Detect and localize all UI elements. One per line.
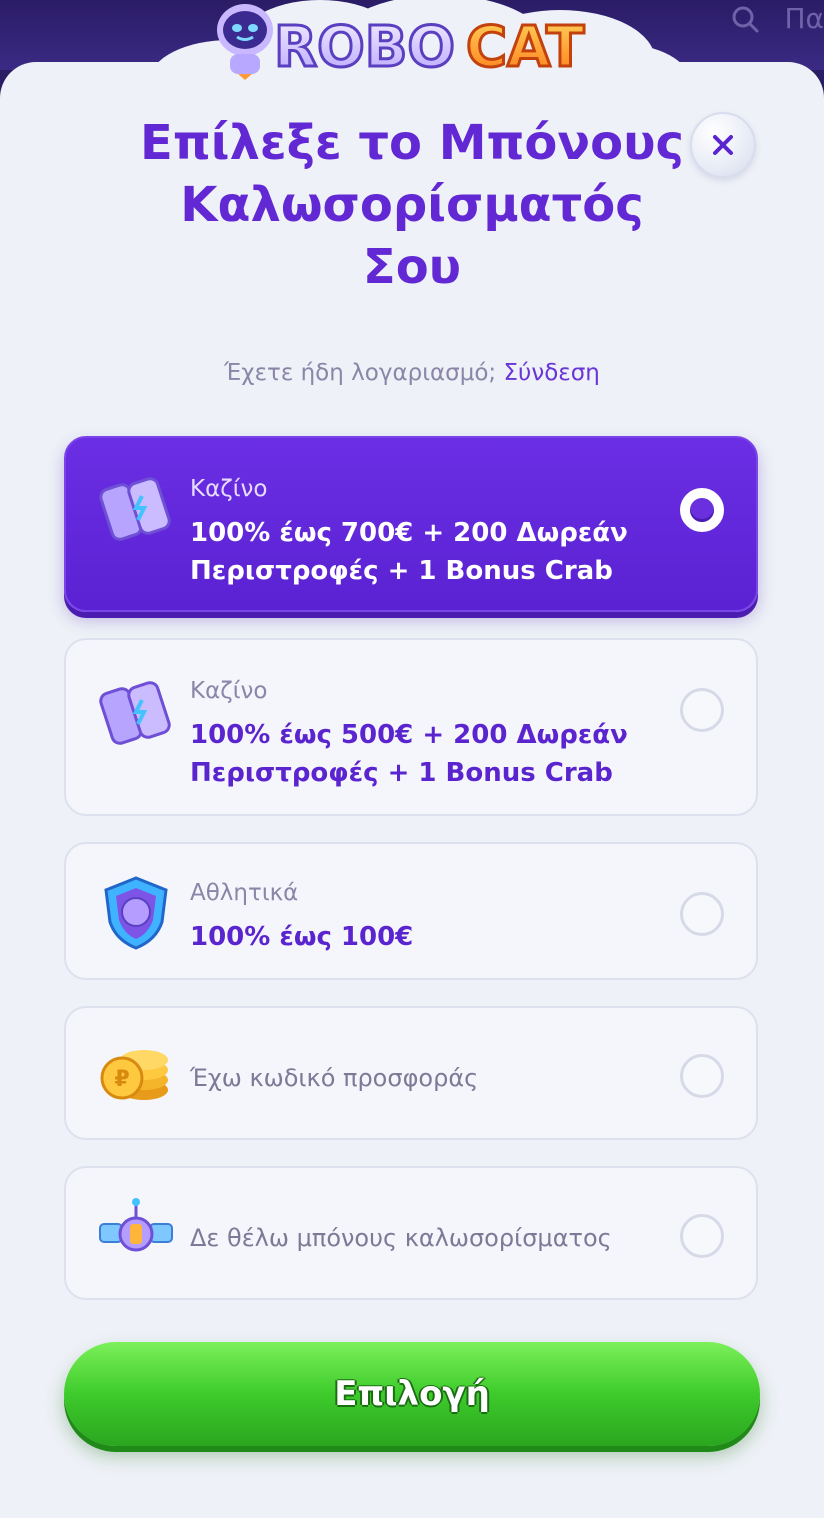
search-placeholder[interactable]: Πα [784, 2, 824, 35]
option-line: Περιστροφές + 1 Bonus Crab [190, 556, 613, 586]
login-link[interactable]: Σύνδεση [504, 360, 600, 386]
bonus-option-casino-700[interactable]: Καζίνο 100% έως 700€ + 200 Δωρεάν Περιστ… [64, 436, 758, 612]
title-line: Σου [362, 239, 462, 295]
login-prompt-row: Έχετε ήδη λογαριασμό; Σύνδεση [0, 360, 824, 386]
title-line: Επίλεξε το Μπόνους [140, 115, 684, 171]
svg-text:CAT: CAT [466, 15, 584, 80]
login-prompt: Έχετε ήδη λογαριασμό; [224, 360, 497, 386]
battery-icon [99, 681, 171, 745]
bonus-option-no-bonus[interactable]: Δε θέλω μπόνους καλωσορίσματος [64, 1166, 758, 1300]
option-line: 100% έως 500€ + 200 Δωρεάν [190, 720, 628, 750]
select-button[interactable]: Επιλογή [64, 1342, 760, 1446]
option-radio[interactable] [680, 488, 724, 532]
bonus-option-promo-code[interactable]: ₽ Έχω κωδικό προσφοράς [64, 1006, 758, 1140]
option-radio[interactable] [680, 892, 724, 936]
option-line: Περιστροφές + 1 Bonus Crab [190, 758, 613, 788]
option-category: Καζίνο [190, 476, 268, 502]
option-description: 100% έως 700€ + 200 Δωρεάν Περιστροφές +… [190, 514, 690, 590]
option-category: Καζίνο [190, 678, 268, 704]
satellite-icon [99, 1198, 173, 1252]
option-line: 100% έως 100€ [190, 922, 414, 952]
option-description: 100% έως 500€ + 200 Δωρεάν Περιστροφές +… [190, 716, 690, 792]
option-radio[interactable] [680, 1054, 724, 1098]
option-description: 100% έως 100€ [190, 918, 690, 956]
title-line: Καλωσορίσματός [180, 177, 644, 233]
svg-text:₽: ₽ [114, 1067, 129, 1092]
select-button-label: Επιλογή [334, 1374, 490, 1414]
battery-icon [99, 477, 171, 541]
coins-icon: ₽ [100, 1050, 168, 1100]
search-icon[interactable] [730, 4, 760, 34]
robocat-wordmark: ROBO CAT [273, 14, 586, 82]
robocat-logo[interactable]: ROBO CAT [210, 0, 630, 90]
shield-ball-icon [104, 876, 168, 950]
option-radio[interactable] [680, 1214, 724, 1258]
option-label: Δε θέλω μπόνους καλωσορίσματος [190, 1224, 612, 1252]
bonus-option-sports-100[interactable]: Αθλητικά 100% έως 100€ [64, 842, 758, 980]
option-label: Έχω κωδικό προσφοράς [190, 1064, 479, 1092]
modal-title: Επίλεξε το Μπόνους Καλωσορίσματός Σου [80, 112, 744, 298]
svg-text:ROBO: ROBO [274, 15, 455, 80]
option-radio[interactable] [680, 688, 724, 732]
option-line: 100% έως 700€ + 200 Δωρεάν [190, 518, 628, 548]
bonus-option-casino-500[interactable]: Καζίνο 100% έως 500€ + 200 Δωρεάν Περιστ… [64, 638, 758, 816]
option-category: Αθλητικά [190, 880, 299, 906]
